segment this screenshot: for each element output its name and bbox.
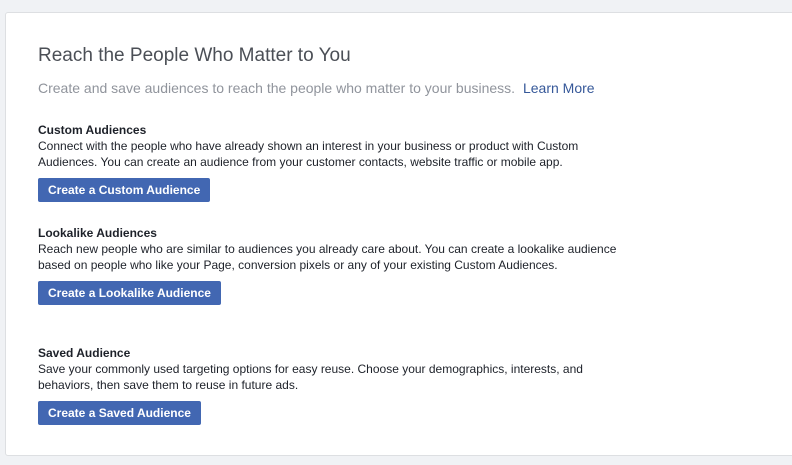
create-custom-audience-button[interactable]: Create a Custom Audience xyxy=(38,178,211,202)
saved-audience-section: Saved Audience Save your commonly used t… xyxy=(38,345,628,425)
page-subtitle: Create and save audiences to reach the p… xyxy=(38,80,595,96)
custom-audiences-description: Connect with the people who have already… xyxy=(38,139,579,169)
custom-audiences-section: Custom Audiences Connect with the people… xyxy=(38,122,628,202)
lookalike-audiences-title: Lookalike Audiences xyxy=(38,226,157,240)
subtitle-text: Create and save audiences to reach the p… xyxy=(38,80,516,96)
lookalike-audiences-description: Reach new people who are similar to audi… xyxy=(38,242,617,272)
custom-audiences-title: Custom Audiences xyxy=(38,123,147,137)
audiences-card: Reach the People Who Matter to You Creat… xyxy=(5,12,792,456)
lookalike-audiences-section: Lookalike Audiences Reach new people who… xyxy=(38,225,628,305)
saved-audience-title: Saved Audience xyxy=(38,346,131,360)
page-title: Reach the People Who Matter to You xyxy=(38,45,351,66)
create-lookalike-audience-button[interactable]: Create a Lookalike Audience xyxy=(38,281,221,305)
create-saved-audience-button[interactable]: Create a Saved Audience xyxy=(38,401,201,425)
saved-audience-description: Save your commonly used targeting option… xyxy=(38,362,583,392)
learn-more-link[interactable]: Learn More xyxy=(523,80,595,96)
